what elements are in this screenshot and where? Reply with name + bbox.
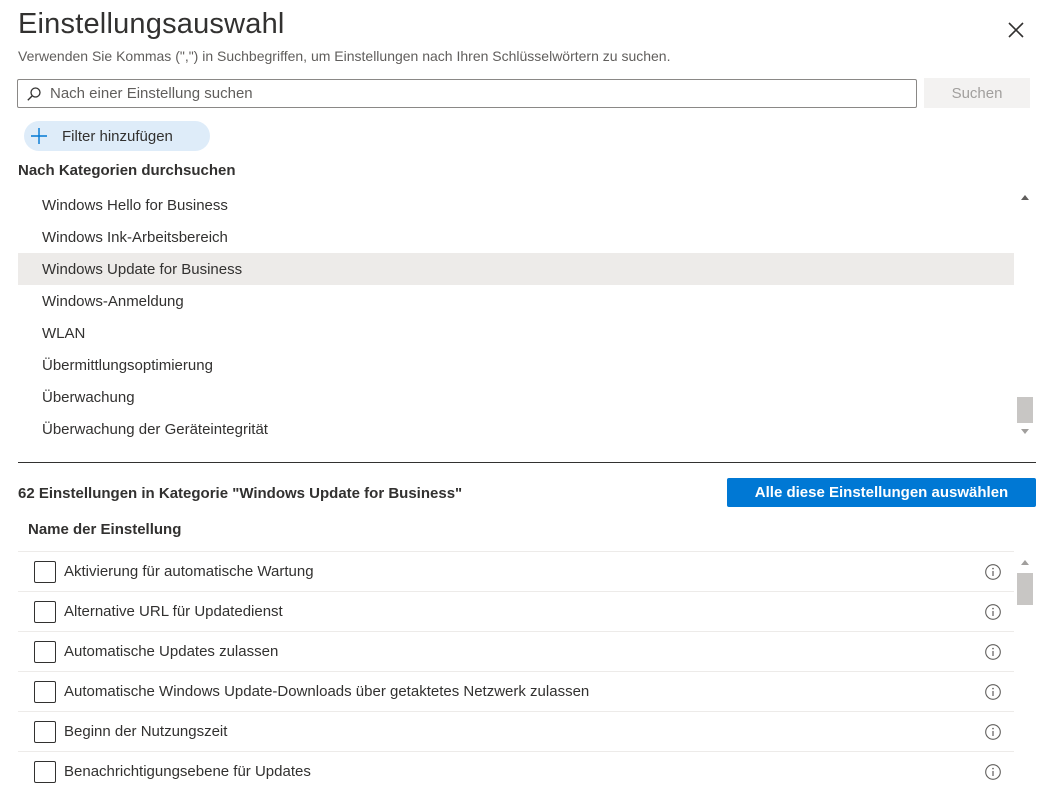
- category-item[interactable]: Windows Hello for Business: [18, 189, 1014, 221]
- setting-row: Automatische Windows Update-Downloads üb…: [18, 672, 1014, 712]
- setting-label: Beginn der Nutzungszeit: [64, 723, 228, 740]
- setting-checkbox[interactable]: [34, 640, 56, 663]
- info-icon[interactable]: [984, 603, 1002, 621]
- setting-label: Alternative URL für Updatedienst: [64, 603, 283, 620]
- setting-checkbox[interactable]: [34, 680, 56, 703]
- search-icon: [27, 86, 41, 101]
- setting-label: Automatische Updates zulassen: [64, 643, 279, 660]
- search-button[interactable]: Suchen: [924, 78, 1030, 108]
- panel-subtitle: Verwenden Sie Kommas (",") in Suchbegrif…: [18, 48, 671, 64]
- setting-row: Automatische Updates zulassen: [18, 632, 1014, 672]
- setting-row: Alternative URL für Updatedienst: [18, 592, 1014, 632]
- setting-label: Aktivierung für automatische Wartung: [64, 563, 314, 580]
- info-icon[interactable]: [984, 563, 1002, 581]
- settings-count-heading: 62 Einstellungen in Kategorie "Windows U…: [18, 485, 463, 502]
- setting-label: Benachrichtigungsebene für Updates: [64, 763, 311, 780]
- category-item[interactable]: Windows-Anmeldung: [18, 285, 1014, 317]
- category-heading: Nach Kategorien durchsuchen: [18, 162, 236, 179]
- settings-scrollbar[interactable]: [1016, 555, 1034, 789]
- category-scroll-thumb[interactable]: [1017, 397, 1033, 423]
- category-item[interactable]: Überwachung der Geräteintegrität: [18, 413, 1014, 445]
- close-icon: [1008, 22, 1024, 38]
- settings-scroll-thumb[interactable]: [1017, 573, 1033, 605]
- setting-label: Automatische Windows Update-Downloads üb…: [64, 683, 590, 700]
- setting-checkbox[interactable]: [34, 720, 56, 743]
- search-input[interactable]: [50, 85, 900, 102]
- category-item[interactable]: WLAN: [18, 317, 1014, 349]
- setting-checkbox[interactable]: [34, 760, 56, 783]
- setting-checkbox[interactable]: [34, 600, 56, 623]
- info-icon[interactable]: [984, 723, 1002, 741]
- setting-row: Aktivierung für automatische Wartung: [18, 552, 1014, 592]
- scroll-up-arrow-icon[interactable]: [1021, 560, 1029, 565]
- search-field[interactable]: [17, 79, 917, 108]
- panel-title: Einstellungsauswahl: [18, 8, 285, 40]
- section-divider: [18, 462, 1036, 463]
- setting-checkbox[interactable]: [34, 560, 56, 583]
- info-icon[interactable]: [984, 683, 1002, 701]
- category-list: Windows Hello for Business Windows Ink-A…: [18, 189, 1014, 445]
- add-filter-button[interactable]: Filter hinzufügen: [24, 121, 210, 151]
- scroll-up-arrow-icon[interactable]: [1021, 195, 1029, 200]
- plus-icon: [31, 128, 47, 144]
- setting-row: Beginn der Nutzungszeit: [18, 712, 1014, 752]
- setting-row: Benachrichtigungsebene für Updates: [18, 752, 1014, 789]
- category-item-selected[interactable]: Windows Update for Business: [18, 253, 1014, 285]
- category-item[interactable]: Übermittlungsoptimierung: [18, 349, 1014, 381]
- close-button[interactable]: [1004, 18, 1028, 42]
- category-item[interactable]: Überwachung: [18, 381, 1014, 413]
- column-header-setting-name[interactable]: Name der Einstellung: [28, 521, 181, 538]
- scroll-down-arrow-icon[interactable]: [1021, 429, 1029, 434]
- category-item[interactable]: Windows Ink-Arbeitsbereich: [18, 221, 1014, 253]
- add-filter-label: Filter hinzufügen: [62, 127, 173, 145]
- select-all-button[interactable]: Alle diese Einstellungen auswählen: [727, 478, 1036, 507]
- info-icon[interactable]: [984, 763, 1002, 781]
- category-scrollbar[interactable]: [1016, 189, 1034, 441]
- settings-list: Aktivierung für automatische Wartung Alt…: [18, 551, 1014, 789]
- info-icon[interactable]: [984, 643, 1002, 661]
